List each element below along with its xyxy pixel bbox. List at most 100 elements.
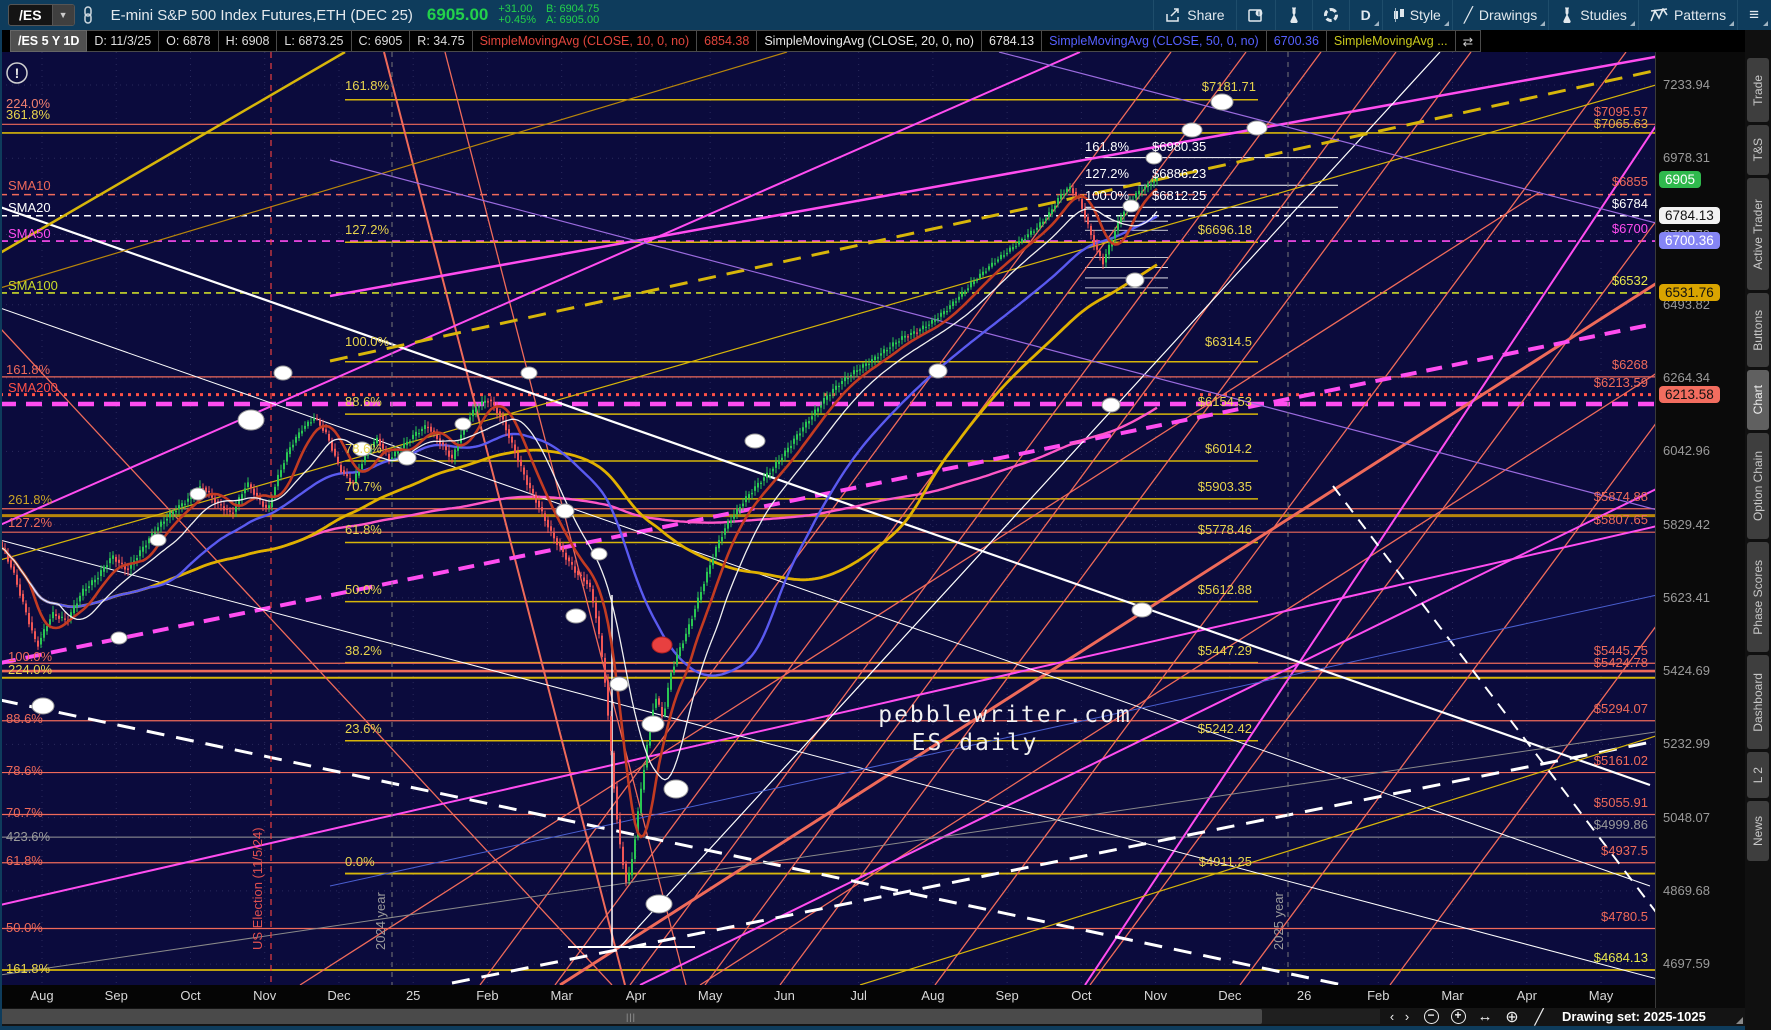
ohlc-field: D: 11/3/25 bbox=[87, 30, 160, 52]
ohlc-field: R: 34.75 bbox=[410, 30, 473, 52]
symbol-select[interactable]: /ES ▼ bbox=[8, 4, 75, 26]
ohlc-status-bar: /ES 5 Y 1D D: 11/3/25 O: 6878 H: 6908 L: 687… bbox=[0, 30, 1745, 52]
scroll-right-arrow[interactable]: › bbox=[1400, 1008, 1414, 1025]
onenote-button[interactable]: i bbox=[1235, 0, 1275, 30]
chart-grid-menu[interactable]: ≡ bbox=[1737, 0, 1771, 30]
share-button[interactable]: Share bbox=[1153, 0, 1235, 30]
price-tick: 5048.07 bbox=[1663, 809, 1710, 825]
symbol-caret-icon[interactable]: ▼ bbox=[51, 5, 74, 25]
analyze-flask-button[interactable] bbox=[1274, 0, 1312, 30]
collapse-studies-icon[interactable]: ⇄ bbox=[1455, 30, 1482, 52]
price-badge: 6531.76 bbox=[1659, 283, 1720, 301]
sidebar-tab-phase-scores[interactable]: Phase Scores bbox=[1747, 542, 1769, 652]
ohlc-field: C: 6905 bbox=[351, 30, 411, 52]
studies-menu[interactable]: Studies bbox=[1548, 0, 1638, 30]
resize-corner[interactable] bbox=[1736, 1017, 1743, 1024]
thinkorswim-app: /ES ▼ E-mini S&P 500 Index Futures,ETH (… bbox=[0, 0, 1771, 1030]
ohlc-field: H: 6908 bbox=[218, 30, 278, 52]
chart-label: SMA10 bbox=[8, 178, 51, 193]
chart-label: 23.6% bbox=[345, 721, 382, 736]
chart-label: SMA100 bbox=[8, 278, 58, 293]
chart-label: 61.8% bbox=[345, 522, 382, 537]
study-label[interactable]: SimpleMovingAvg (CLOSE, 10, 0, no) bbox=[472, 30, 698, 52]
study-label[interactable]: SimpleMovingAvg (CLOSE, 50, 0, no) bbox=[1042, 30, 1267, 52]
chart-scrollbar[interactable]: ||| bbox=[0, 1009, 1380, 1024]
link-chart-icon[interactable] bbox=[81, 6, 95, 24]
price-tick: 5232.99 bbox=[1663, 736, 1710, 752]
study-label[interactable]: SimpleMovingAvg (CLOSE, 20, 0, no) bbox=[757, 30, 982, 52]
chart-label: $5424.78 bbox=[1594, 655, 1648, 670]
sidebar-tab-l-2[interactable]: L 2 bbox=[1747, 752, 1769, 798]
timeframe-menu[interactable]: D bbox=[1348, 0, 1382, 30]
chart-label: $5242.42 bbox=[1198, 721, 1252, 736]
sidebar-tab-t-s[interactable]: T&S bbox=[1747, 125, 1769, 175]
chart-label: 361.8% bbox=[6, 107, 51, 122]
chart-bottom-bar: ||| ‹ › − + ↔ ⊕ ╱ Drawing set: 2025-1025 bbox=[0, 1008, 1745, 1026]
chart-label: $7181.71 bbox=[1202, 79, 1256, 94]
chart-label: $6784 bbox=[1612, 196, 1648, 211]
sidebar-tab-option-chain[interactable]: Option Chain bbox=[1747, 433, 1769, 539]
sidebar-tab-trade[interactable]: Trade bbox=[1747, 58, 1769, 122]
toolbar-menus: Share i D Style ╱ Drawings Studies Patte… bbox=[1153, 0, 1771, 30]
last-price: 6905.00 bbox=[426, 5, 489, 24]
sidebar-tab-buttons[interactable]: Buttons bbox=[1747, 293, 1769, 367]
month-tick-label: Sep bbox=[995, 988, 1019, 1003]
scrollbar-thumb[interactable]: ||| bbox=[0, 1009, 1262, 1024]
chart-label: $5874.88 bbox=[1594, 489, 1648, 504]
chart-label: $4911.25 bbox=[1199, 854, 1252, 869]
chart-label: $6696.18 bbox=[1198, 222, 1252, 237]
price-tick: 5424.69 bbox=[1663, 663, 1710, 679]
sidebar-tab-news[interactable]: News bbox=[1747, 801, 1769, 861]
chart-label: 423.6% bbox=[6, 829, 51, 844]
pattern-w-icon bbox=[1650, 8, 1668, 22]
price-tick: 4697.59 bbox=[1663, 956, 1710, 972]
scroll-left-arrow[interactable]: ‹ bbox=[1385, 1008, 1399, 1025]
chart-label: $5903.35 bbox=[1198, 479, 1252, 494]
sidebar-tab-dashboard[interactable]: Dashboard bbox=[1747, 655, 1769, 749]
month-tick-label: May bbox=[1588, 988, 1614, 1003]
chart-label: 50.0% bbox=[6, 920, 43, 935]
chart-label: $7065.63 bbox=[1594, 116, 1648, 131]
chart-label: 78.6% bbox=[6, 763, 43, 778]
zoom-out-button[interactable]: − bbox=[1420, 1008, 1442, 1025]
chart-label: pebblewriter.com bbox=[878, 702, 1132, 728]
chart-label: ES daily bbox=[912, 730, 1039, 756]
month-tick-label: Jun bbox=[773, 988, 795, 1003]
style-menu[interactable]: Style bbox=[1381, 0, 1452, 30]
study-label[interactable]: SimpleMovingAvg ... bbox=[1326, 30, 1456, 52]
chart-label: 100.0% bbox=[345, 334, 390, 349]
patterns-menu[interactable]: Patterns bbox=[1637, 0, 1737, 30]
chart-label: $5055.91 bbox=[1594, 795, 1648, 810]
month-tick-label: Mar bbox=[550, 988, 573, 1003]
chart-label: 127.2% bbox=[1085, 166, 1130, 181]
drawing-pencil-icon[interactable]: ╱ bbox=[1528, 1008, 1550, 1026]
sidebar-tab-active-trader[interactable]: Active Trader bbox=[1747, 178, 1769, 290]
chart-label: $4780.5 bbox=[1601, 909, 1648, 924]
zoom-in-button[interactable]: + bbox=[1447, 1008, 1469, 1025]
chart-label: 70.7% bbox=[6, 805, 43, 820]
chart-label: 161.8% bbox=[345, 78, 390, 93]
svg-text:!: ! bbox=[15, 65, 20, 81]
crosshair-icon[interactable]: ⊕ bbox=[1501, 1008, 1523, 1026]
chart-label: $5447.29 bbox=[1198, 643, 1252, 658]
drawings-menu[interactable]: ╱ Drawings bbox=[1451, 0, 1548, 30]
symbol-timeframe-chip: /ES 5 Y 1D bbox=[10, 30, 88, 52]
trendline-icon: ╱ bbox=[1463, 7, 1473, 24]
price-tick: 6264.34 bbox=[1663, 370, 1710, 386]
chart-label: $5807.65 bbox=[1594, 512, 1648, 527]
chart-area[interactable]: ! 161.8% 224.0% 361.8% SMA10 SMA20 SMA50 SMA100… bbox=[0, 52, 1655, 985]
study-value: 6700.36 bbox=[1266, 30, 1327, 52]
sidebar-tab-chart[interactable]: Chart bbox=[1747, 370, 1769, 430]
time-axis[interactable]: Aug Sep Oct Nov Dec 25 Feb Mar Apr May Jun Jul Aug Se… bbox=[0, 985, 1655, 1008]
price-axis[interactable]: 7233.946978.316721.706493.826264.346042.… bbox=[1655, 52, 1745, 1008]
month-tick-label: Apr bbox=[625, 988, 647, 1003]
drawing-set-label[interactable]: Drawing set: 2025-1025 bbox=[1562, 1009, 1706, 1024]
price-tick: 6042.96 bbox=[1663, 443, 1710, 459]
price-chart-canvas[interactable]: ! 161.8% 224.0% 361.8% SMA10 SMA20 SMA50 SMA100… bbox=[0, 52, 1655, 985]
chart-label: 224.0% bbox=[8, 662, 53, 677]
chart-label: US Election (11/5/24) bbox=[250, 827, 265, 950]
month-tick-label: Oct bbox=[1071, 988, 1092, 1003]
settings-button[interactable] bbox=[1311, 0, 1349, 30]
fit-width-icon[interactable]: ↔ bbox=[1474, 1008, 1496, 1025]
price-tick: 4869.68 bbox=[1663, 882, 1710, 898]
